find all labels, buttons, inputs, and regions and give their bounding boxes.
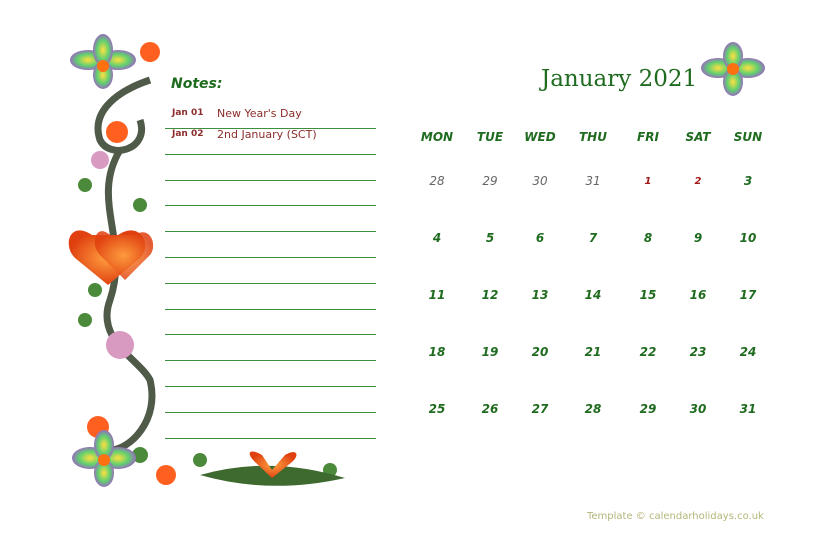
floral-decoration — [68, 34, 765, 487]
note-line — [165, 334, 376, 336]
day-cell: 30 — [689, 402, 707, 416]
day-cell: 13 — [531, 288, 549, 302]
day-cell: 26 — [481, 402, 499, 416]
day-cell: 28 — [429, 174, 445, 188]
note-line — [165, 308, 376, 310]
day-cell: 8 — [643, 231, 653, 245]
day-cell: 6 — [535, 231, 545, 245]
day-cell: 1 — [644, 176, 652, 187]
note-line — [165, 360, 376, 362]
note-line — [165, 128, 376, 129]
month-title: January 2021 — [541, 66, 698, 92]
day-cell: 25 — [428, 402, 446, 416]
flower-bottom-left — [72, 430, 136, 487]
note-line — [165, 386, 376, 387]
note-line — [165, 437, 376, 439]
day-cell: 7 — [588, 231, 598, 245]
weekday-header: THU — [579, 130, 607, 144]
day-cell: 5 — [485, 231, 495, 245]
day-cell: 27 — [531, 402, 549, 416]
day-cell: 31 — [739, 402, 757, 416]
day-cell: 4 — [432, 231, 442, 245]
footer-credit: Template © calendarholidays.co.uk — [587, 511, 764, 522]
weekday-header: SUN — [733, 130, 763, 144]
note-text: 2nd January (SCT) — [217, 128, 317, 141]
day-cell: 31 — [585, 174, 601, 188]
day-cell: 29 — [482, 174, 498, 188]
note-line — [165, 153, 376, 155]
note-date: Jan 02 — [172, 129, 204, 139]
day-cell: 14 — [584, 288, 602, 302]
day-cell: 24 — [739, 345, 757, 359]
notes-title: Notes: — [171, 76, 223, 92]
day-cell: 18 — [428, 345, 446, 359]
note-line — [165, 205, 376, 207]
day-cell: 17 — [739, 288, 757, 302]
day-cell: 28 — [584, 402, 602, 416]
day-cell: 12 — [481, 288, 499, 302]
day-cell: 20 — [531, 345, 549, 359]
calendar-page: Notes: Jan 01 New Year's Day Jan 02 2nd … — [0, 0, 833, 555]
note-line — [165, 282, 376, 284]
flower-top-right — [701, 42, 765, 96]
day-cell: 3 — [743, 174, 753, 188]
day-cell: 30 — [532, 174, 548, 188]
day-cell: 22 — [639, 345, 657, 359]
day-cell: 29 — [639, 402, 657, 416]
note-line — [165, 231, 376, 233]
day-cell: 16 — [689, 288, 707, 302]
clover-leaves — [78, 178, 337, 477]
weekday-header: WED — [524, 130, 556, 144]
note-line — [165, 411, 376, 413]
day-cell: 2 — [694, 176, 702, 187]
day-cell: 23 — [689, 345, 707, 359]
small-flower — [140, 42, 160, 62]
note-line — [165, 179, 376, 181]
day-cell: 15 — [639, 288, 657, 302]
day-cell: 9 — [693, 231, 703, 245]
day-cell: 21 — [584, 345, 602, 359]
small-flower — [106, 121, 128, 143]
flower-top-left — [70, 34, 136, 89]
day-cell: 10 — [739, 231, 757, 245]
day-cell: 19 — [481, 345, 499, 359]
note-text: New Year's Day — [217, 107, 302, 120]
note-line — [165, 257, 376, 258]
day-cell: 11 — [428, 288, 446, 302]
weekday-header: MON — [420, 130, 454, 144]
note-date: Jan 01 — [172, 108, 204, 118]
